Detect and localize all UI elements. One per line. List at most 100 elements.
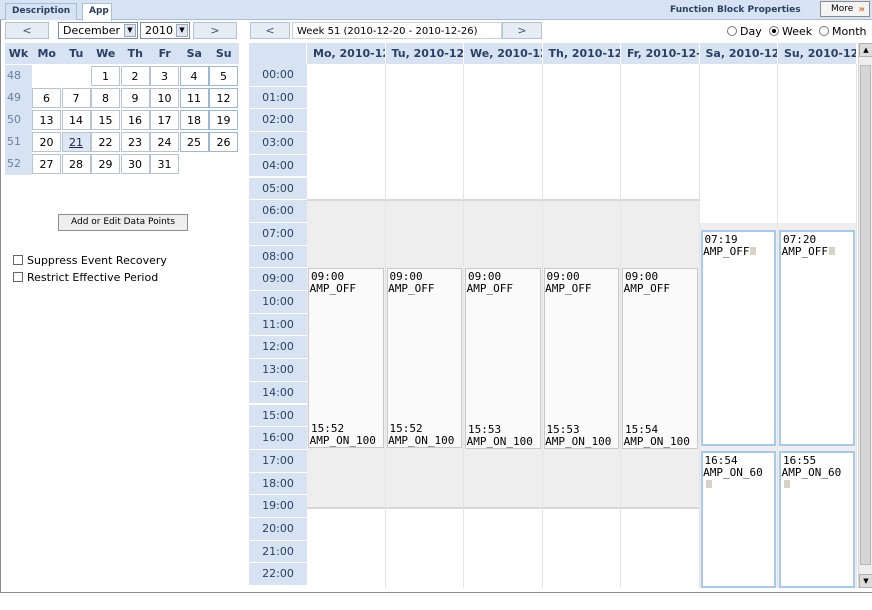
hour-label: 15:00 [249, 404, 307, 428]
hour-label: 17:00 [249, 449, 307, 473]
radio-dot[interactable] [819, 26, 829, 36]
mini-cal-day[interactable]: 28 [61, 154, 91, 174]
radio-label: Day [740, 25, 762, 38]
working-hours-line [542, 506, 620, 509]
mini-cal-day[interactable]: 3 [150, 66, 179, 86]
mini-cal-day[interactable]: 24 [150, 132, 179, 152]
mini-cal-day[interactable]: 17 [150, 110, 179, 130]
working-hours-line [542, 199, 620, 202]
week-grid: Mo, 2010-12-20Tu, 2010-12-21We, 2010-12-… [249, 43, 858, 588]
mini-cal-day[interactable]: 5 [209, 66, 238, 86]
mini-cal-day[interactable]: 20 [32, 132, 61, 152]
schedule-event-block[interactable]: 09:00 LAMP_OFF 15:52 LAMP_ON_100 [308, 268, 384, 449]
mini-cal-header: Sa [179, 43, 209, 64]
working-hours-line [307, 506, 385, 509]
mini-cal-day[interactable]: 22 [91, 132, 120, 152]
checkbox-box[interactable] [13, 272, 23, 282]
schedule-event-block[interactable]: 09:00 LAMP_OFF 15:53 LAMP_ON_100 [465, 268, 541, 449]
mini-cal-day[interactable]: 7 [61, 88, 91, 108]
tab-app[interactable]: App [82, 3, 112, 21]
mini-cal-day[interactable]: 1 [91, 66, 120, 86]
mini-cal-day[interactable]: 30 [120, 154, 150, 174]
vertical-scrollbar[interactable]: ▲ ▼ [858, 43, 872, 588]
mini-cal-day[interactable]: 25 [179, 132, 209, 152]
next-week-button[interactable]: > [502, 22, 542, 39]
next-month-button[interactable]: > [193, 22, 237, 39]
schedule-event-block[interactable]: 09:00 LAMP_OFF 15:52 LAMP_ON_100 [386, 268, 462, 449]
event-note-icon [828, 247, 835, 256]
mini-cal-day[interactable]: 10 [150, 88, 179, 108]
top-tab-bar: Description App Function Block Propertie… [0, 0, 872, 21]
restrict-effective-period-checkbox[interactable]: Restrict Effective Period [13, 271, 158, 284]
scroll-down-icon[interactable]: ▼ [859, 574, 872, 588]
mini-cal-day[interactable]: 27 [32, 154, 61, 174]
event-start-label: LAMP_OFF [386, 282, 435, 296]
day-header[interactable]: Mo, 2010-12-20 [307, 43, 386, 64]
radio-dot[interactable] [769, 26, 779, 36]
mini-cal-day[interactable]: 12 [209, 88, 238, 108]
prev-week-button[interactable]: < [250, 22, 290, 39]
day-header[interactable]: Tu, 2010-12-21 [385, 43, 464, 64]
mini-cal-header: Th [120, 43, 150, 64]
hour-label: 20:00 [249, 518, 307, 541]
mini-cal-day[interactable]: 2 [120, 66, 150, 86]
mini-cal-header: Fr [150, 43, 180, 64]
hour-label: 04:00 [249, 154, 307, 178]
day-header[interactable]: We, 2010-12-22 [464, 43, 543, 64]
mini-cal-day[interactable]: 14 [61, 110, 91, 130]
event-end-label: LAMP_ON_100 [308, 434, 376, 448]
working-hours-line [464, 506, 542, 509]
month-select[interactable]: December ▼ [58, 22, 138, 39]
tab-description[interactable]: Description [5, 3, 77, 20]
working-hours-line [307, 199, 385, 202]
scroll-thumb[interactable] [860, 65, 871, 565]
schedule-event-block[interactable]: 07:20 LAMP_OFF [779, 230, 855, 446]
checkbox-box[interactable] [13, 255, 23, 265]
event-note-icon [784, 480, 790, 488]
mini-cal-day[interactable]: 6 [32, 88, 61, 108]
day-header[interactable]: Su, 2010-12-26 [778, 43, 857, 64]
view-week-radio[interactable]: Week [769, 25, 812, 38]
working-hours-line [464, 199, 542, 202]
mini-cal-empty [209, 154, 238, 174]
mini-cal-day[interactable]: 31 [150, 154, 179, 174]
mini-cal-week-number: 52 [5, 153, 32, 175]
scroll-up-icon[interactable]: ▲ [859, 43, 872, 57]
double-chevron-right-icon: » [858, 4, 865, 15]
mini-cal-day[interactable]: 11 [179, 88, 209, 108]
mini-cal-day[interactable]: 29 [91, 154, 120, 174]
mini-cal-day[interactable]: 4 [179, 66, 209, 86]
view-day-radio[interactable]: Day [727, 25, 762, 38]
add-edit-data-points-button[interactable]: Add or Edit Data Points [58, 214, 188, 231]
schedule-event-block[interactable]: 07:19 LAMP_OFF [700, 230, 776, 446]
mini-cal-header: We [91, 43, 121, 64]
schedule-event-block[interactable]: 09:00 LAMP_OFF 15:54 LAMP_ON_100 [622, 268, 698, 449]
mini-cal-day[interactable]: 16 [120, 110, 150, 130]
mini-cal-day[interactable]: 19 [209, 110, 238, 130]
mini-cal-day[interactable]: 13 [32, 110, 61, 130]
day-header[interactable]: Fr, 2010-12-24 [621, 43, 700, 64]
mini-cal-day[interactable]: 8 [91, 88, 120, 108]
mini-cal-day[interactable]: 18 [179, 110, 209, 130]
hour-label: 03:00 [249, 132, 307, 155]
schedule-event-block[interactable]: 16:54 LAMP_ON_60 [700, 450, 776, 588]
radio-dot[interactable] [727, 26, 737, 36]
suppress-event-recovery-checkbox[interactable]: Suppress Event Recovery [13, 254, 167, 267]
mini-cal-day[interactable]: 21 [61, 132, 91, 152]
view-month-radio[interactable]: Month [819, 25, 866, 38]
schedule-event-block[interactable]: 16:55 LAMP_ON_60 [779, 451, 855, 588]
mini-cal-day[interactable]: 9 [120, 88, 150, 108]
mini-cal-day[interactable]: 26 [209, 132, 238, 152]
mini-cal-day[interactable]: 23 [120, 132, 150, 152]
hour-label: 02:00 [249, 109, 307, 133]
schedule-event-block[interactable]: 09:00 LAMP_OFF 15:53 LAMP_ON_100 [543, 268, 619, 449]
prev-month-button[interactable]: < [5, 22, 49, 39]
mini-cal-day[interactable]: 15 [91, 110, 120, 130]
more-button[interactable]: More » [820, 1, 870, 17]
function-block-properties-title[interactable]: Function Block Properties [670, 3, 801, 17]
day-header[interactable]: Th, 2010-12-23 [542, 43, 621, 64]
dropdown-arrow-icon: ▼ [176, 24, 188, 37]
day-header[interactable]: Sa, 2010-12-25 [699, 43, 778, 64]
year-select[interactable]: 2010 ▼ [140, 22, 190, 39]
week-label: Week 51 (2010-12-20 - 2010-12-26) [292, 22, 502, 39]
